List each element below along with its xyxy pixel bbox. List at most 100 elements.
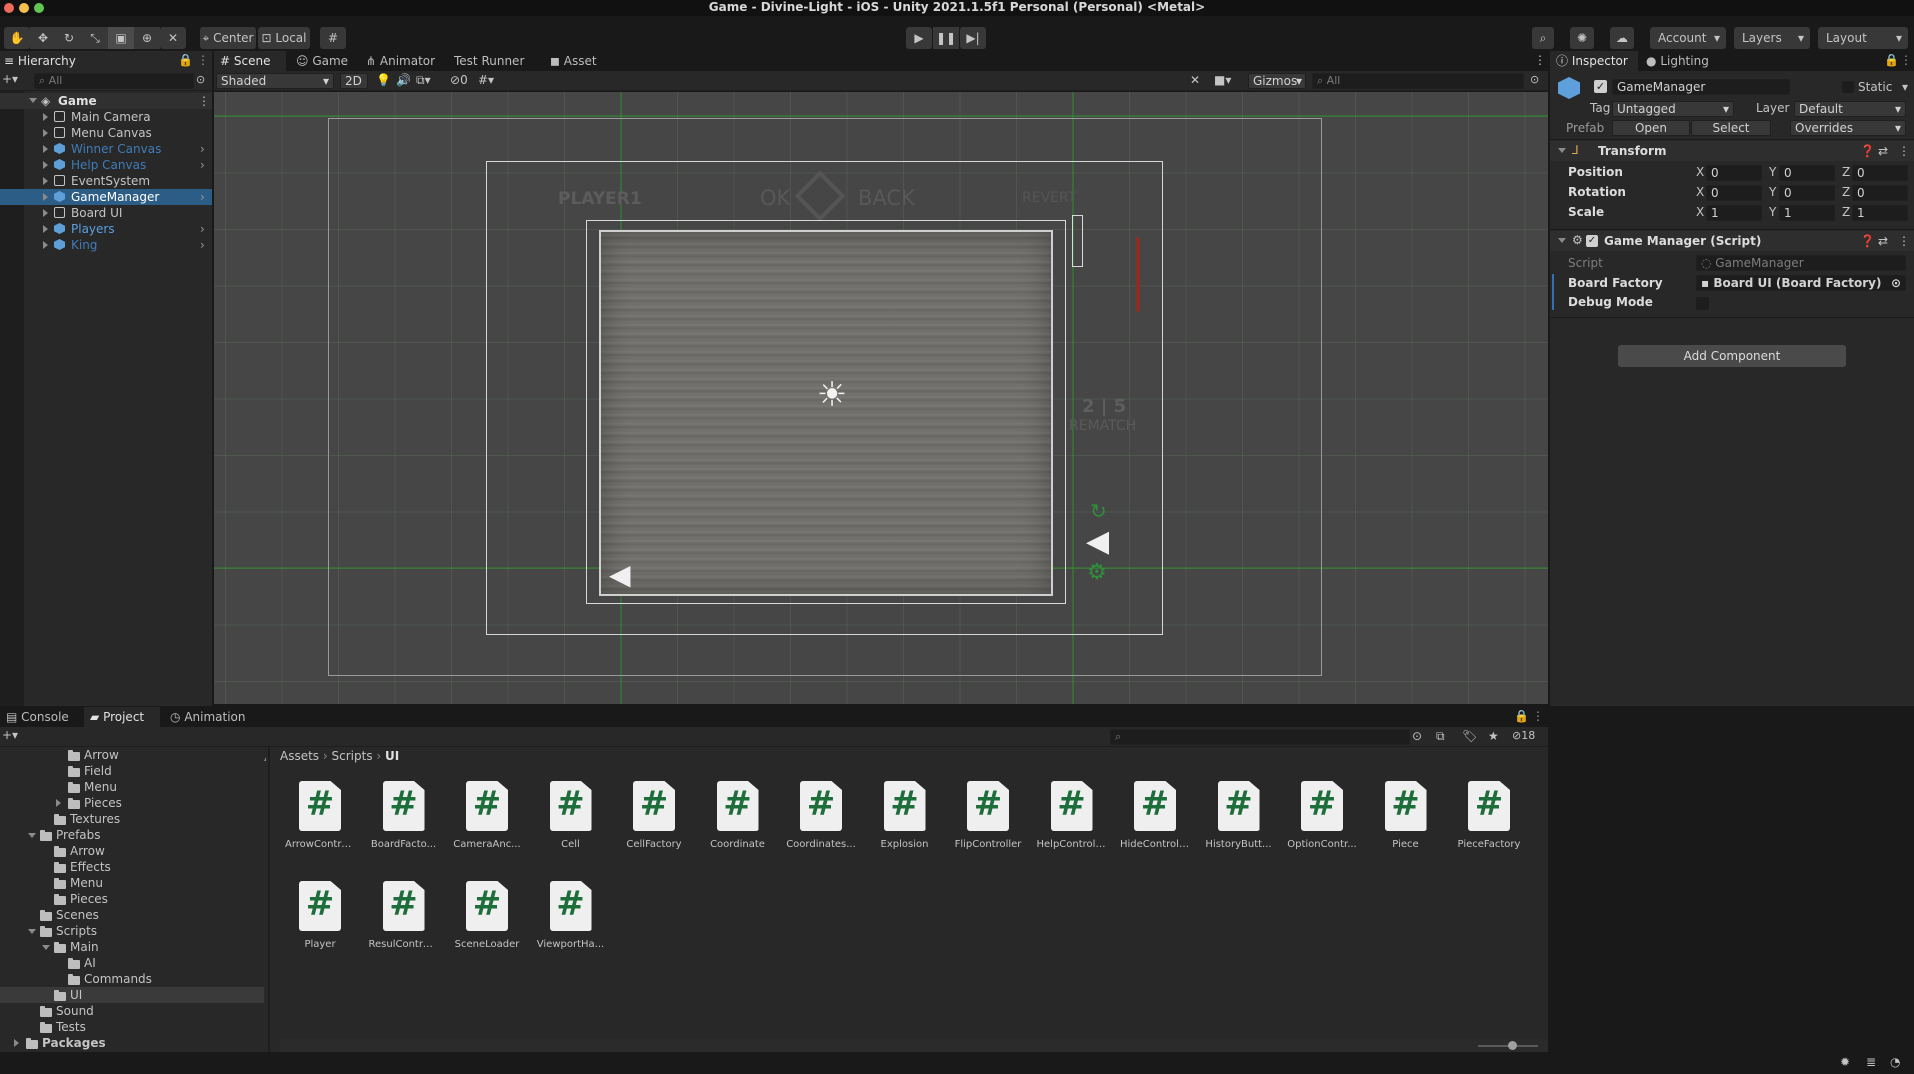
step-button[interactable]: ▶|	[960, 27, 986, 49]
tab-asset-store[interactable]: ◼ Asset Store	[544, 51, 636, 88]
pivot-space-button[interactable]: ⊡ Local	[258, 27, 310, 49]
pivot-center-button[interactable]: ⌖ Center	[200, 27, 256, 49]
script-asset[interactable]: # Coordinates...	[786, 781, 856, 871]
preset-icon[interactable]: ⇄	[1878, 144, 1888, 158]
speaker-icon[interactable]: ◀	[1086, 524, 1109, 559]
breadcrumb-ui[interactable]: UI	[385, 749, 399, 763]
scale-tool-icon[interactable]: ⤡	[82, 27, 108, 49]
prefab-overrides-dropdown[interactable]: Overrides ▾	[1790, 120, 1906, 136]
search-scope-icon[interactable]: ⊙	[196, 73, 205, 86]
prefab-select-button[interactable]: Select	[1691, 120, 1771, 136]
scene-row[interactable]: ◈ Game ⋮	[0, 93, 212, 109]
folder-item[interactable]: Textures	[0, 811, 264, 827]
folder-item[interactable]: AI	[0, 955, 264, 971]
hierarchy-item[interactable]: GameManager ›	[0, 189, 212, 205]
icon-size-slider-handle[interactable]	[1508, 1041, 1517, 1050]
tools-icon[interactable]: ✕	[1190, 73, 1200, 87]
hierarchy-item[interactable]: Menu Canvas	[0, 125, 212, 141]
breadcrumb-scripts[interactable]: Scripts	[332, 749, 373, 763]
scene-search-input[interactable]: ⌕ All	[1312, 73, 1524, 89]
breadcrumb-assets[interactable]: Assets	[280, 749, 319, 763]
more-options-icon[interactable]: ⋮	[1532, 709, 1544, 723]
expand-arrow-icon[interactable]	[43, 177, 48, 185]
folder-item[interactable]: Field	[0, 763, 264, 779]
script-asset[interactable]: # ViewportHa...	[536, 881, 604, 971]
help-icon[interactable]: ❓	[1860, 234, 1875, 248]
custom-tool-icon[interactable]: ✕	[160, 27, 186, 49]
prefab-open-button[interactable]: Open	[1612, 120, 1690, 136]
folder-item[interactable]: Pieces	[0, 891, 264, 907]
script-asset[interactable]: # BoardFacto...	[369, 781, 436, 871]
layers-dropdown[interactable]: Layers ▾	[1734, 27, 1810, 49]
grid-icon[interactable]: #▾	[478, 73, 494, 87]
tab-project[interactable]: ▰ Project	[84, 707, 160, 727]
account-dropdown[interactable]: Account ▾	[1650, 27, 1726, 49]
expand-arrow-icon[interactable]	[56, 799, 61, 807]
more-options-icon[interactable]: ⋮	[197, 53, 209, 67]
folder-item[interactable]: Commands	[0, 971, 264, 987]
expand-arrow-icon[interactable]	[14, 1039, 19, 1047]
script-asset[interactable]: # CellFactory	[619, 781, 685, 871]
script-asset[interactable]: # SceneLoader	[452, 881, 519, 971]
transform-tool-icon[interactable]: ⊕	[134, 27, 160, 49]
folder-item[interactable]: Sound	[0, 1003, 264, 1019]
search-scope-icon[interactable]: ⊙	[1412, 729, 1422, 743]
folder-item[interactable]: Scenes	[0, 907, 264, 923]
more-options-icon[interactable]: ⋮	[1900, 53, 1912, 67]
tab-console[interactable]: ▤ Console	[0, 707, 80, 727]
expand-arrow-icon[interactable]	[43, 113, 48, 121]
position-z-input[interactable]: 0	[1852, 165, 1908, 181]
scroll-up-icon[interactable]: ▲	[264, 753, 266, 762]
scale-y-input[interactable]: 1	[1779, 205, 1835, 221]
open-prefab-icon[interactable]: ›	[200, 189, 205, 205]
expand-arrow-icon[interactable]	[43, 129, 48, 137]
tab-inspector[interactable]: ⓘ Inspector	[1550, 51, 1638, 71]
expand-arrow-icon[interactable]	[28, 929, 36, 934]
script-asset[interactable]: # HelpControll...	[1037, 781, 1107, 871]
tag-dropdown[interactable]: Untagged ▾	[1612, 101, 1734, 117]
filter-type-icon[interactable]: ⧉	[1436, 729, 1445, 744]
tab-animator[interactable]: ⋔ Animator	[360, 51, 444, 71]
debug-mode-checkbox[interactable]	[1696, 297, 1709, 310]
script-asset[interactable]: # HideControll...	[1120, 781, 1190, 871]
effects-icon[interactable]: ⧉▾	[416, 73, 431, 88]
project-search-input[interactable]: ⌕	[1110, 729, 1410, 745]
hierarchy-item[interactable]: Board UI	[0, 205, 212, 221]
light-gizmo-icon[interactable]: ☀	[812, 375, 852, 415]
expand-arrow-icon[interactable]	[43, 225, 48, 233]
rotation-z-input[interactable]: 0	[1852, 185, 1908, 201]
static-checkbox[interactable]	[1842, 81, 1854, 93]
open-prefab-icon[interactable]: ›	[200, 237, 205, 253]
board-factory-field[interactable]: ▪ Board UI (Board Factory) ⊙	[1696, 275, 1906, 291]
tab-scene[interactable]: # Scene	[214, 51, 286, 71]
hierarchy-item[interactable]: EventSystem	[0, 173, 212, 189]
expand-arrow-icon[interactable]	[43, 145, 48, 153]
hidden-objects-icon[interactable]: ⊘0	[450, 73, 468, 87]
script-asset[interactable]: # Explosion	[870, 781, 936, 871]
lightbulb-icon[interactable]: 💡	[376, 73, 391, 87]
folder-item[interactable]: UI	[0, 987, 264, 1003]
rect-tool-icon[interactable]: ▣	[108, 27, 134, 49]
expand-arrow-icon[interactable]	[43, 161, 48, 169]
folder-item[interactable]: Main	[0, 939, 264, 955]
script-asset[interactable]: # Cell	[536, 781, 602, 871]
open-prefab-icon[interactable]: ›	[200, 141, 205, 157]
expand-arrow-icon[interactable]	[43, 193, 48, 201]
more-options-icon[interactable]: ⋮	[1898, 144, 1910, 158]
hand-tool-icon[interactable]: ✋	[4, 27, 30, 49]
script-asset[interactable]: # HistoryButt...	[1204, 781, 1272, 871]
slider-handle[interactable]	[1072, 215, 1083, 267]
script-asset[interactable]: # FlipController	[953, 781, 1021, 871]
audio-icon[interactable]: 🔊	[396, 73, 411, 87]
chevron-down-icon[interactable]: ▾	[1902, 80, 1908, 94]
position-x-input[interactable]: 0	[1706, 165, 1762, 181]
expand-arrow-icon[interactable]	[43, 241, 48, 249]
script-asset[interactable]: # Player	[285, 881, 351, 971]
folder-item[interactable]: Arrow	[0, 843, 264, 859]
refresh-icon[interactable]: ↻	[1090, 499, 1107, 523]
folder-item[interactable]: Tests	[0, 1019, 264, 1035]
object-name-input[interactable]: GameManager	[1612, 79, 1790, 95]
favorite-star-icon[interactable]: ★	[1488, 729, 1499, 743]
hierarchy-item[interactable]: Main Camera	[0, 109, 212, 125]
bug-icon[interactable]: ✹	[1840, 1055, 1850, 1069]
